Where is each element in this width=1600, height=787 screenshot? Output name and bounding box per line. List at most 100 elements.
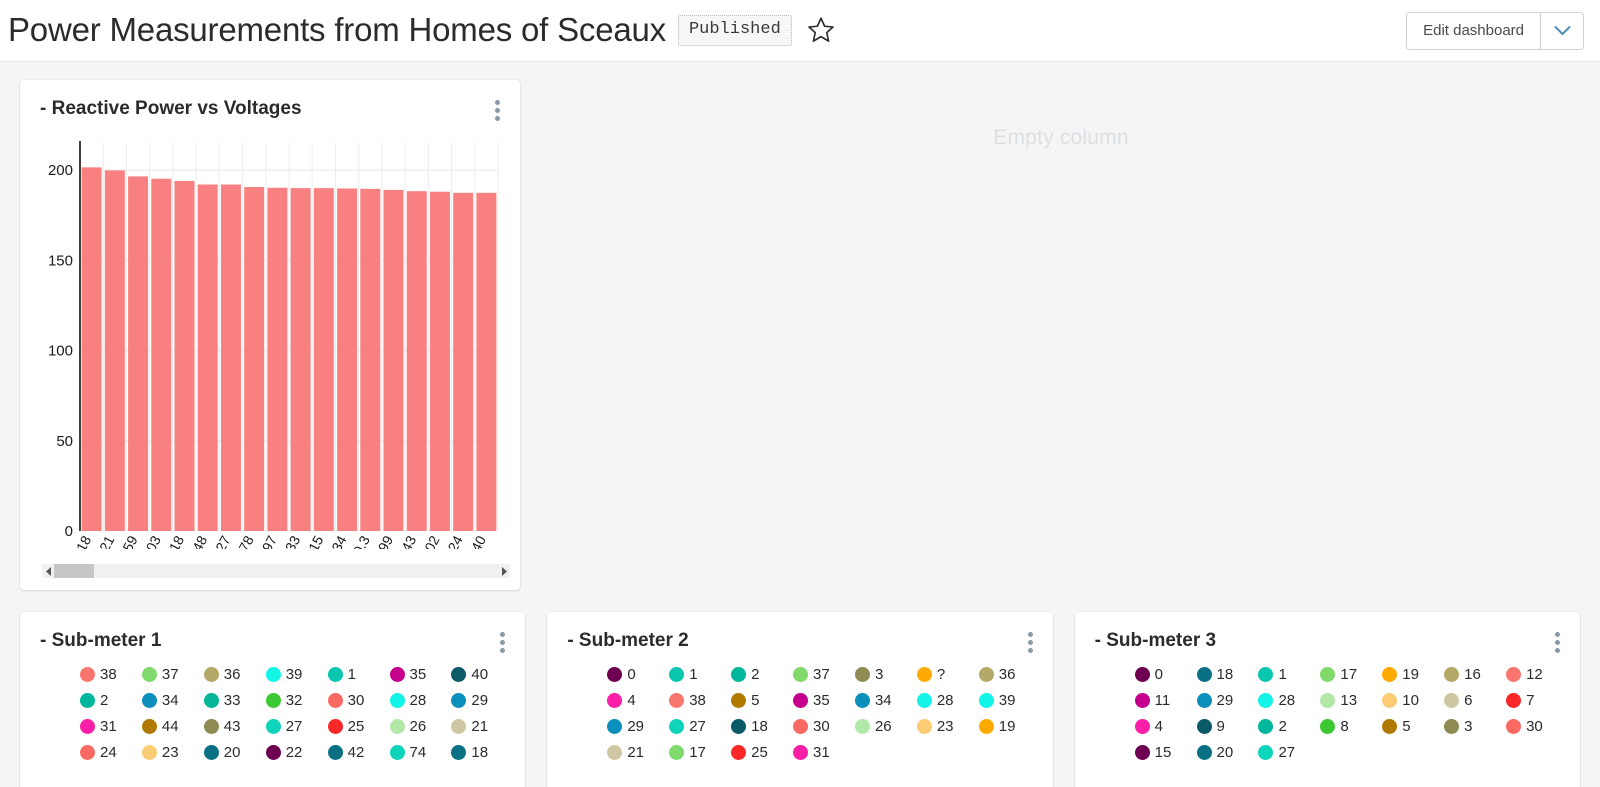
bar[interactable] <box>104 170 125 531</box>
legend-item[interactable]: 1 <box>327 667 388 682</box>
legend-item[interactable]: 30 <box>793 719 853 734</box>
legend-item[interactable]: 5 <box>731 693 791 708</box>
legend-item[interactable]: 3 <box>1444 719 1504 734</box>
legend-item[interactable]: 26 <box>389 719 450 734</box>
edit-dashboard-dropdown-button[interactable] <box>1541 12 1583 49</box>
bar[interactable] <box>453 192 474 531</box>
legend-item[interactable]: 28 <box>1258 693 1318 708</box>
bar[interactable] <box>313 188 334 531</box>
legend-item[interactable]: 23 <box>141 745 202 760</box>
legend-item[interactable]: 30 <box>1506 719 1566 734</box>
legend-item[interactable]: 16 <box>1444 667 1504 682</box>
more-vertical-icon[interactable] <box>1549 630 1566 655</box>
bar[interactable] <box>476 192 497 531</box>
scrollbar-thumb[interactable] <box>54 564 94 578</box>
legend-item[interactable]: 17 <box>1320 667 1380 682</box>
legend-item[interactable]: 2 <box>1258 719 1318 734</box>
legend-item[interactable]: 39 <box>265 667 326 682</box>
legend-item[interactable]: 40 <box>451 667 511 682</box>
legend-item[interactable]: 25 <box>327 719 388 734</box>
scroll-right-arrow-icon[interactable] <box>498 564 510 578</box>
legend-item[interactable]: 4 <box>1134 719 1195 734</box>
legend-item[interactable]: 32 <box>265 693 326 708</box>
legend-item[interactable]: 30 <box>327 693 388 708</box>
legend-item[interactable]: 9 <box>1196 719 1257 734</box>
legend-item[interactable]: 10 <box>1382 693 1442 708</box>
bar[interactable] <box>267 187 288 531</box>
legend-item[interactable]: 21 <box>607 745 667 760</box>
legend-item[interactable]: 3 <box>854 667 915 682</box>
bar[interactable] <box>429 191 450 532</box>
legend-item[interactable]: 43 <box>203 719 264 734</box>
bar[interactable] <box>220 184 241 531</box>
legend-item[interactable]: 6 <box>1444 693 1504 708</box>
bar[interactable] <box>151 178 172 532</box>
legend-item[interactable]: 27 <box>1258 745 1318 760</box>
scroll-left-arrow-icon[interactable] <box>42 564 54 578</box>
legend-item[interactable]: 1 <box>669 667 729 682</box>
legend-item[interactable]: 7 <box>1506 693 1566 708</box>
bar[interactable] <box>128 176 149 531</box>
more-vertical-icon[interactable] <box>494 630 511 655</box>
legend-item[interactable]: 28 <box>916 693 977 708</box>
favorite-button[interactable] <box>804 15 838 45</box>
legend-item[interactable]: 20 <box>203 745 264 760</box>
bar[interactable] <box>290 188 311 531</box>
legend-item[interactable]: 36 <box>203 667 264 682</box>
legend-item[interactable]: 24 <box>80 745 140 760</box>
legend-item[interactable]: 29 <box>607 719 667 734</box>
legend-item[interactable]: 5 <box>1382 719 1442 734</box>
legend-item[interactable]: 37 <box>793 667 853 682</box>
bar[interactable] <box>81 167 102 532</box>
bar[interactable] <box>244 187 265 531</box>
legend-item[interactable]: 21 <box>451 719 511 734</box>
legend-item[interactable]: 19 <box>978 719 1039 734</box>
bar[interactable] <box>337 188 358 532</box>
legend-item[interactable]: 27 <box>669 719 729 734</box>
legend-item[interactable]: 18 <box>1196 667 1257 682</box>
legend-item[interactable]: 13 <box>1320 693 1380 708</box>
legend-item[interactable]: 42 <box>327 745 388 760</box>
legend-item[interactable]: 19 <box>1382 667 1442 682</box>
bar[interactable] <box>383 189 404 532</box>
legend-item[interactable]: 0 <box>1134 667 1195 682</box>
legend-item[interactable]: 25 <box>731 745 791 760</box>
legend-item[interactable]: 1 <box>1258 667 1318 682</box>
bar[interactable] <box>406 191 427 531</box>
legend-item[interactable]: 23 <box>916 719 977 734</box>
legend-item[interactable]: 35 <box>793 693 853 708</box>
legend-item[interactable]: 27 <box>265 719 326 734</box>
legend-item[interactable]: 35 <box>389 667 450 682</box>
legend-item[interactable]: 17 <box>669 745 729 760</box>
legend-item[interactable]: 34 <box>141 693 202 708</box>
scrollbar-track[interactable] <box>54 564 498 578</box>
legend-item[interactable]: 20 <box>1196 745 1257 760</box>
legend-item[interactable]: 31 <box>793 745 853 760</box>
legend-item[interactable]: 33 <box>203 693 264 708</box>
more-vertical-icon[interactable] <box>489 98 506 123</box>
legend-item[interactable]: 2 <box>731 667 791 682</box>
bar[interactable] <box>174 180 195 531</box>
legend-item[interactable]: 34 <box>854 693 915 708</box>
legend-item[interactable]: 18 <box>451 745 511 760</box>
legend-item[interactable]: ? <box>916 667 977 682</box>
legend-item[interactable]: 38 <box>80 667 140 682</box>
bar[interactable] <box>197 184 218 531</box>
legend-item[interactable]: 36 <box>978 667 1039 682</box>
legend-item[interactable]: 26 <box>854 719 915 734</box>
legend-item[interactable]: 22 <box>265 745 326 760</box>
legend-item[interactable]: 12 <box>1506 667 1566 682</box>
legend-item[interactable]: 39 <box>978 693 1039 708</box>
legend-item[interactable]: 29 <box>1196 693 1257 708</box>
legend-item[interactable]: 2 <box>80 693 140 708</box>
legend-item[interactable]: 44 <box>141 719 202 734</box>
legend-item[interactable]: 38 <box>669 693 729 708</box>
chart-horizontal-scrollbar[interactable] <box>42 564 510 578</box>
legend-item[interactable]: 0 <box>607 667 667 682</box>
legend-item[interactable]: 29 <box>451 693 511 708</box>
legend-item[interactable]: 74 <box>389 745 450 760</box>
legend-item[interactable]: 4 <box>607 693 667 708</box>
more-vertical-icon[interactable] <box>1022 630 1039 655</box>
legend-item[interactable]: 37 <box>141 667 202 682</box>
legend-item[interactable]: 8 <box>1320 719 1380 734</box>
